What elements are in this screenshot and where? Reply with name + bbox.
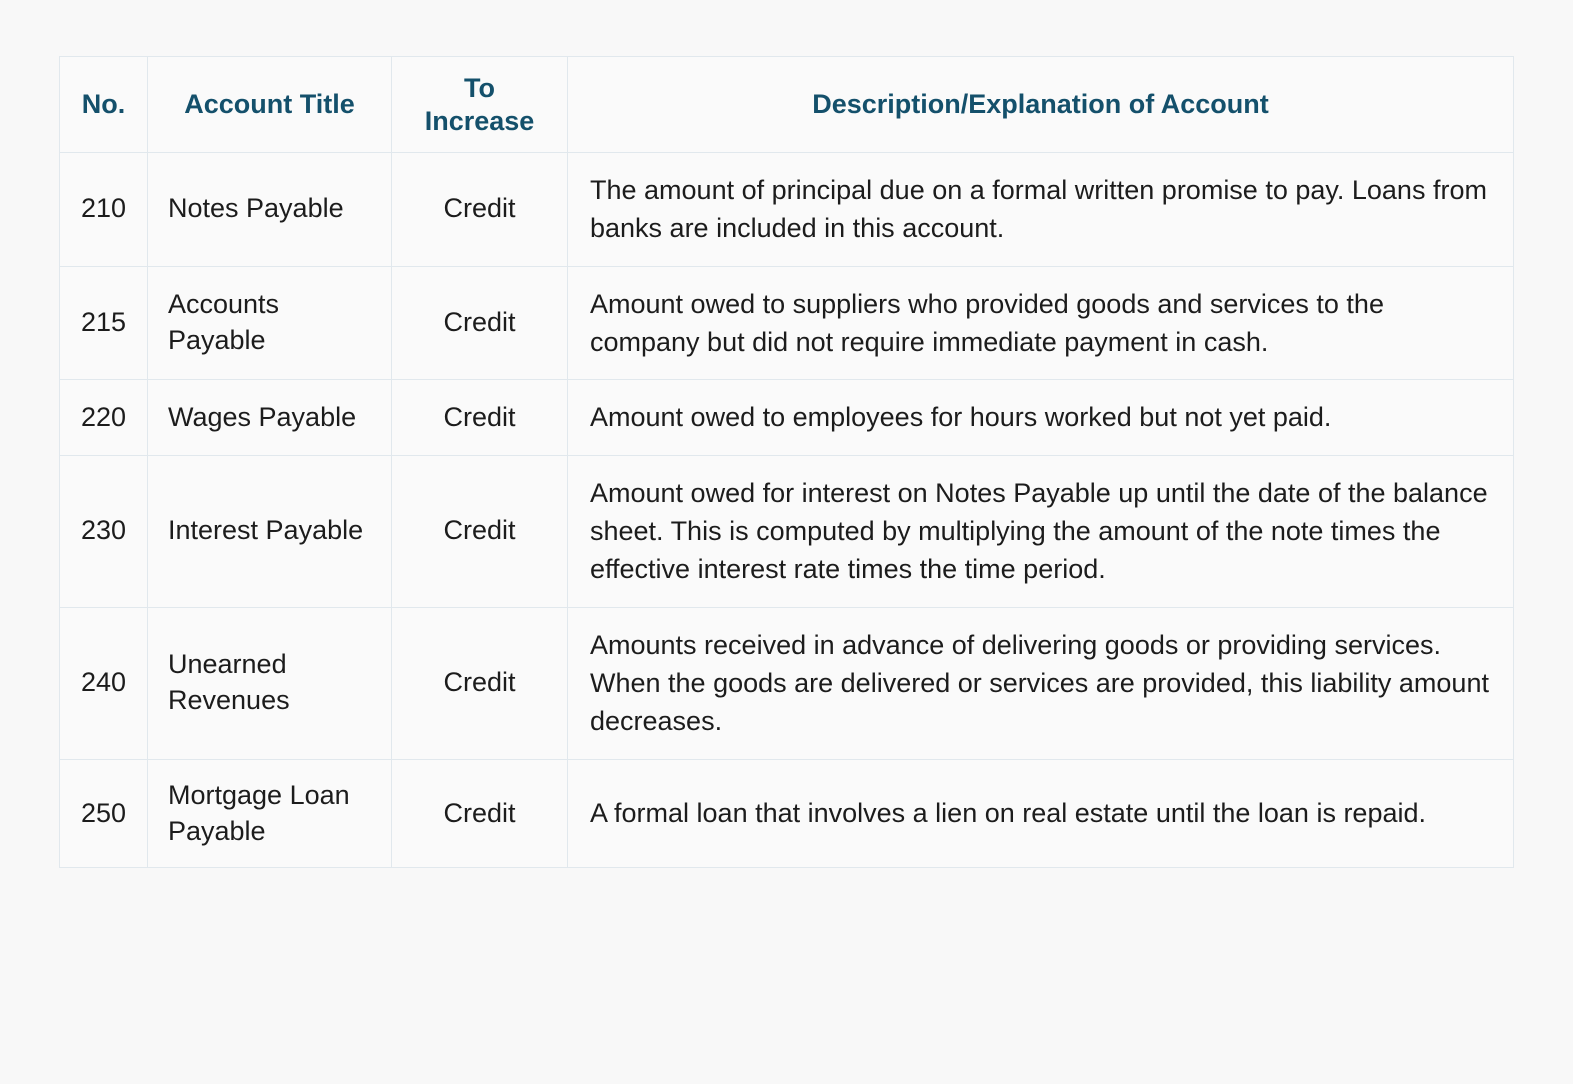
cell-account-title: Mortgage Loan Payable [147, 758, 392, 869]
table-row: 240 Unearned Revenues Credit Amounts rec… [59, 606, 1514, 760]
accounts-table-container: No. Account Title To Increase Descriptio… [59, 56, 1514, 869]
cell-account-number: 215 [59, 265, 148, 381]
cell-account-title: Accounts Payable [147, 265, 392, 381]
cell-account-title: Unearned Revenues [147, 606, 392, 760]
cell-description: Amount owed for interest on Notes Payabl… [567, 454, 1514, 608]
column-header-account-title: Account Title [147, 56, 392, 153]
table-body: 210 Notes Payable Credit The amount of p… [59, 152, 1514, 869]
column-header-no: No. [59, 56, 148, 153]
cell-to-increase: Credit [391, 265, 568, 381]
cell-account-title: Wages Payable [147, 379, 392, 456]
table-row: 220 Wages Payable Credit Amount owed to … [59, 379, 1514, 456]
cell-to-increase: Credit [391, 454, 568, 608]
cell-account-number: 250 [59, 758, 148, 869]
table-row: 230 Interest Payable Credit Amount owed … [59, 454, 1514, 608]
cell-description: The amount of principal due on a formal … [567, 152, 1514, 267]
table-header-row: No. Account Title To Increase Descriptio… [59, 56, 1514, 153]
cell-account-number: 220 [59, 379, 148, 456]
table-row: 215 Accounts Payable Credit Amount owed … [59, 265, 1514, 381]
page-root: No. Account Title To Increase Descriptio… [0, 0, 1573, 1084]
cell-to-increase: Credit [391, 152, 568, 267]
cell-account-number: 210 [59, 152, 148, 267]
table-header: No. Account Title To Increase Descriptio… [59, 56, 1514, 153]
cell-account-title: Notes Payable [147, 152, 392, 267]
cell-description: Amount owed to suppliers who provided go… [567, 265, 1514, 381]
cell-account-number: 240 [59, 606, 148, 760]
column-header-description: Description/Explanation of Account [567, 56, 1514, 153]
cell-to-increase: Credit [391, 379, 568, 456]
column-header-to-increase-line1: To [464, 72, 495, 103]
cell-account-title: Interest Payable [147, 454, 392, 608]
column-header-to-increase-line2: Increase [424, 105, 535, 136]
table-row: 250 Mortgage Loan Payable Credit A forma… [59, 758, 1514, 869]
table-row: 210 Notes Payable Credit The amount of p… [59, 152, 1514, 267]
column-header-to-increase: To Increase [391, 56, 568, 153]
liability-accounts-table: No. Account Title To Increase Descriptio… [59, 56, 1514, 869]
cell-description: Amount owed to employees for hours worke… [567, 379, 1514, 456]
cell-to-increase: Credit [391, 606, 568, 760]
cell-to-increase: Credit [391, 758, 568, 869]
cell-description: A formal loan that involves a lien on re… [567, 758, 1514, 869]
cell-description: Amounts received in advance of deliverin… [567, 606, 1514, 760]
cell-account-number: 230 [59, 454, 148, 608]
